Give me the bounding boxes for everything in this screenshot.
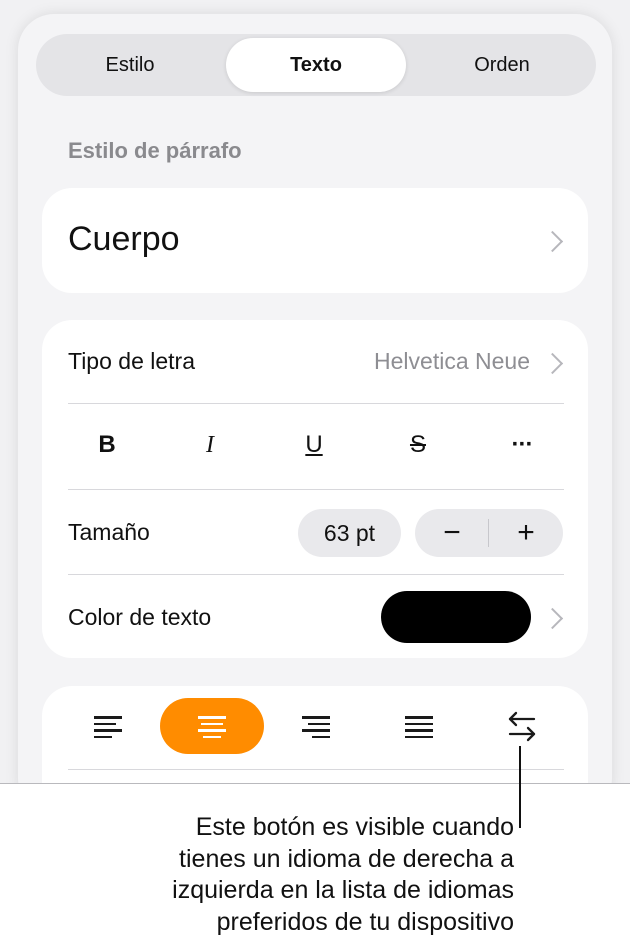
callout-line-2: tienes un idioma de derecha a [179,844,514,873]
italic-button[interactable]: I [180,420,240,470]
align-right-button[interactable] [264,698,368,754]
tab-orden[interactable]: Orden [412,38,592,92]
align-justify-button[interactable] [367,698,471,754]
underline-button[interactable]: U [284,420,344,470]
align-left-button[interactable] [56,698,160,754]
text-direction-icon [508,711,536,742]
font-label: Tipo de letra [68,348,195,374]
callout-line-1: Este botón es visible cuando [195,813,514,841]
callout-pointer-line [519,746,521,828]
strikethrough-button[interactable]: S [388,420,448,470]
tab-estilo[interactable]: Estilo [40,38,220,92]
format-sheet-clip: Estilo Texto Orden Estilo de párrafo Cue… [0,0,630,783]
more-options-button[interactable]: ··· [492,420,552,470]
text-color-swatch[interactable] [381,591,531,643]
divider [68,403,564,404]
size-label: Tamaño [68,519,150,545]
align-right-icon [302,716,330,738]
bold-button[interactable]: B [77,420,137,470]
align-center-icon [198,716,226,738]
decrease-size-button[interactable]: − [415,509,489,557]
size-value[interactable]: 63 pt [298,509,401,557]
paragraph-style-value: Cuerpo [68,220,180,258]
size-stepper: − + [415,509,563,557]
divider [68,769,564,770]
increase-size-button[interactable]: + [489,509,563,557]
align-justify-icon [405,716,433,738]
paragraph-style-heading: Estilo de párrafo [68,138,242,163]
callout-text: Este botón es visible cuando tienes un i… [74,812,514,938]
font-value[interactable]: Helvetica Neue [374,348,530,375]
chevron-right-icon [541,230,564,253]
tab-texto[interactable]: Texto [226,38,406,92]
paragraph-style-row[interactable]: Cuerpo [42,188,588,293]
divider [68,574,564,575]
divider [68,489,564,490]
align-left-icon [94,716,122,738]
align-center-button[interactable] [160,698,264,754]
callout-line-4: preferidos de tu dispositivo [216,907,514,936]
text-color-label: Color de texto [68,604,212,630]
text-direction-button[interactable] [470,698,574,754]
segmented-tabs: Estilo Texto Orden [36,34,596,96]
callout-line-3: izquierda en la lista de idiomas [172,876,514,904]
